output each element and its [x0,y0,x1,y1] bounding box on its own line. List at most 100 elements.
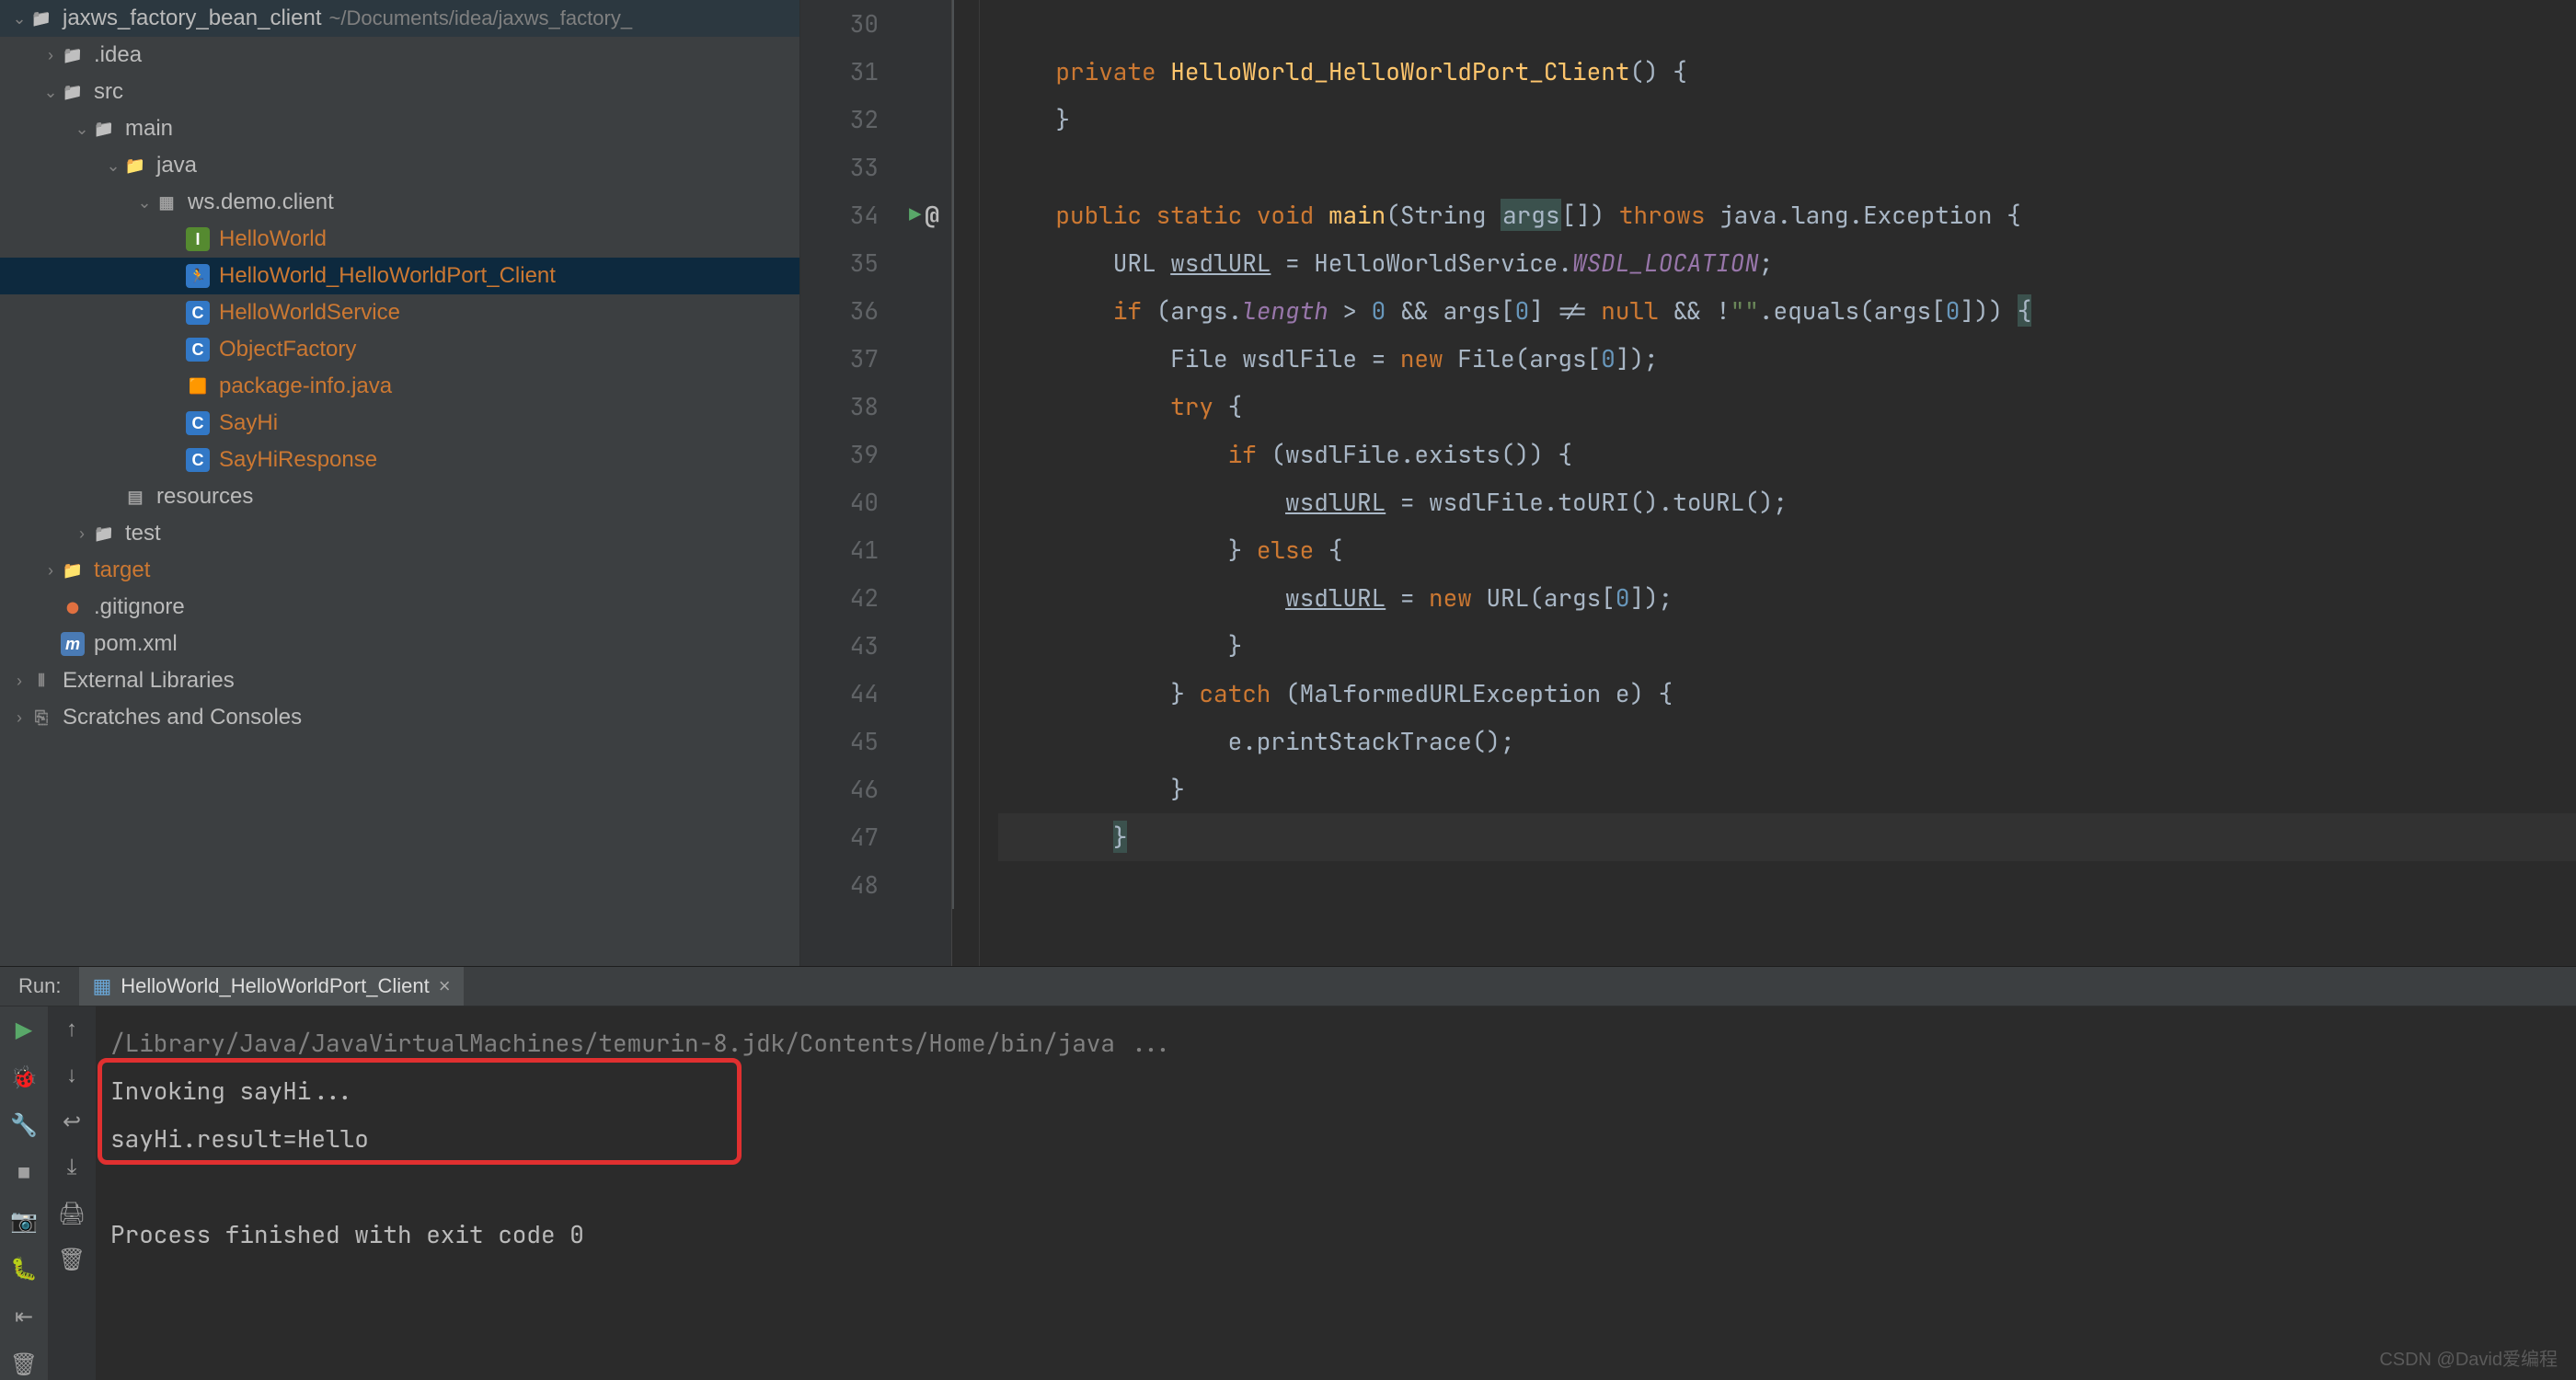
code-editor[interactable]: 30313233343536373839404142434445464748 ▶… [800,0,2576,966]
tree-label: jaxws_factory_bean_client [63,6,322,31]
console-line: Process finished with exit code 0 [110,1211,2561,1259]
process-icon: ▦ [92,974,111,998]
down-button[interactable]: ↓ [56,1060,87,1091]
tree-item-sayhiresponse[interactable]: SayHiResponse [0,442,799,478]
folder-src-icon [123,154,147,178]
jfile-icon [186,374,210,398]
tree-arrow-icon[interactable] [9,708,29,728]
tree-label: package-info.java [219,374,392,399]
run-toolbar-nav[interactable]: ↑ ↓ ↩ ⤓ 🖨 🗑 [48,1006,96,1380]
gutter-icons[interactable]: ▶@ [897,0,952,966]
folder-target-icon [61,558,85,582]
console-line: sayHi.result=Hello [110,1115,2561,1163]
tree-arrow-icon[interactable] [9,672,29,691]
tree-item-java[interactable]: java [0,147,799,184]
tree-item-pom-xml[interactable]: pom.xml [0,626,799,662]
tree-item-target[interactable]: target [0,552,799,589]
tree-item-ws-demo-client[interactable]: ws.demo.client [0,184,799,221]
tree-label: main [125,116,173,142]
tree-arrow-icon[interactable] [40,83,61,102]
tree-label: test [125,521,161,546]
tree-arrow-icon[interactable] [40,561,61,581]
tree-item-helloworld-helloworldport-client[interactable]: HelloWorld_HelloWorldPort_Client [0,258,799,294]
delete-button[interactable]: 🗑 [56,1244,87,1275]
maven-icon [61,632,85,656]
tree-path: ~/Documents/idea/jaxws_factory_ [329,6,633,30]
tree-arrow-icon[interactable] [72,524,92,544]
run-tabbar[interactable]: Run: ▦ HelloWorld_HelloWorldPort_Client … [0,967,2576,1006]
up-button[interactable]: ↑ [56,1014,87,1045]
wrap-button[interactable]: ↩ [56,1106,87,1137]
annotation-icon[interactable]: @ [925,191,939,239]
folder-icon [61,43,85,67]
folder-icon [61,80,85,104]
exit-button[interactable]: ⇤ [8,1301,40,1332]
project-tree[interactable]: jaxws_factory_bean_client ~/Documents/ide… [0,0,800,966]
scratch-icon [29,706,53,730]
package-icon [155,190,178,214]
tree-arrow-icon[interactable] [72,120,92,139]
trash-button[interactable]: 🗑 [8,1349,40,1380]
console-output[interactable]: /Library/Java/JavaVirtualMachines/temuri… [96,1006,2576,1380]
print-button[interactable]: 🖨 [56,1198,87,1229]
tree-label: java [156,153,197,178]
tree-item-test[interactable]: test [0,515,799,552]
tree-item-jaxws-factory-bean-client[interactable]: jaxws_factory_bean_client ~/Documents/ide… [0,0,799,37]
camera-button[interactable]: 📷 [8,1205,40,1236]
run-toolbar-left[interactable]: ▶ 🐞 🔧 ■ 📷 🐛 ⇤ 🗑 [0,1006,48,1380]
tree-item-resources[interactable]: resources [0,478,799,515]
class-icon [186,411,210,435]
libs-icon [29,669,53,693]
run-button[interactable]: ▶ [8,1014,40,1045]
line-number-gutter: 30313233343536373839404142434445464748 [800,0,897,966]
class-run-icon [186,264,210,288]
scroll-button[interactable]: ⤓ [56,1152,87,1183]
run-gutter-icon[interactable]: ▶ [909,191,921,239]
tree-item--gitignore[interactable]: .gitignore [0,589,799,626]
tree-item-helloworld[interactable]: HelloWorld [0,221,799,258]
tree-label: HelloWorld [219,226,327,252]
tree-arrow-icon[interactable] [134,193,155,213]
tree-label: resources [156,484,253,510]
tree-label: SayHiResponse [219,447,377,473]
fold-column[interactable] [952,0,980,966]
interface-icon [186,227,210,251]
tree-label: External Libraries [63,668,235,694]
tree-item-sayhi[interactable]: SayHi [0,405,799,442]
folder-icon [92,522,116,546]
wrench-button[interactable]: 🔧 [8,1110,40,1141]
tree-item-helloworldservice[interactable]: HelloWorldService [0,294,799,331]
tree-label: HelloWorldService [219,300,400,326]
bug-button[interactable]: 🐛 [8,1253,40,1284]
tree-item--idea[interactable]: .idea [0,37,799,74]
tree-item-scratches-and-consoles[interactable]: Scratches and Consoles [0,699,799,736]
tree-label: src [94,79,123,105]
tree-item-package-info-java[interactable]: package-info.java [0,368,799,405]
run-tool-window[interactable]: Run: ▦ HelloWorld_HelloWorldPort_Client … [0,966,2576,1380]
folder-icon [29,6,53,30]
tree-label: .gitignore [94,594,185,620]
run-label: Run: [0,974,79,998]
run-tab[interactable]: ▦ HelloWorld_HelloWorldPort_Client × [79,967,463,1006]
tree-item-src[interactable]: src [0,74,799,110]
tree-label: pom.xml [94,631,178,657]
tree-arrow-icon[interactable] [9,9,29,29]
tree-item-external-libraries[interactable]: External Libraries [0,662,799,699]
folder-res-icon [123,485,147,509]
tree-label: Scratches and Consoles [63,705,302,730]
tree-arrow-icon[interactable] [103,156,123,176]
tree-arrow-icon[interactable] [40,46,61,65]
console-line: /Library/Java/JavaVirtualMachines/temuri… [110,1019,2561,1067]
tree-label: .idea [94,42,142,68]
gitignore-icon [61,595,85,619]
tree-item-objectfactory[interactable]: ObjectFactory [0,331,799,368]
class-icon [186,338,210,362]
tree-item-main[interactable]: main [0,110,799,147]
stop-button[interactable]: ■ [8,1157,40,1189]
run-tab-title: HelloWorld_HelloWorldPort_Client [121,974,429,998]
debug-button[interactable]: 🐞 [8,1062,40,1093]
console-line: Invoking sayHi... [110,1067,2561,1115]
tree-label: target [94,558,150,583]
close-icon[interactable]: × [439,974,451,998]
code-content[interactable]: private HelloWorld_HelloWorldPort_Client… [980,0,2576,966]
